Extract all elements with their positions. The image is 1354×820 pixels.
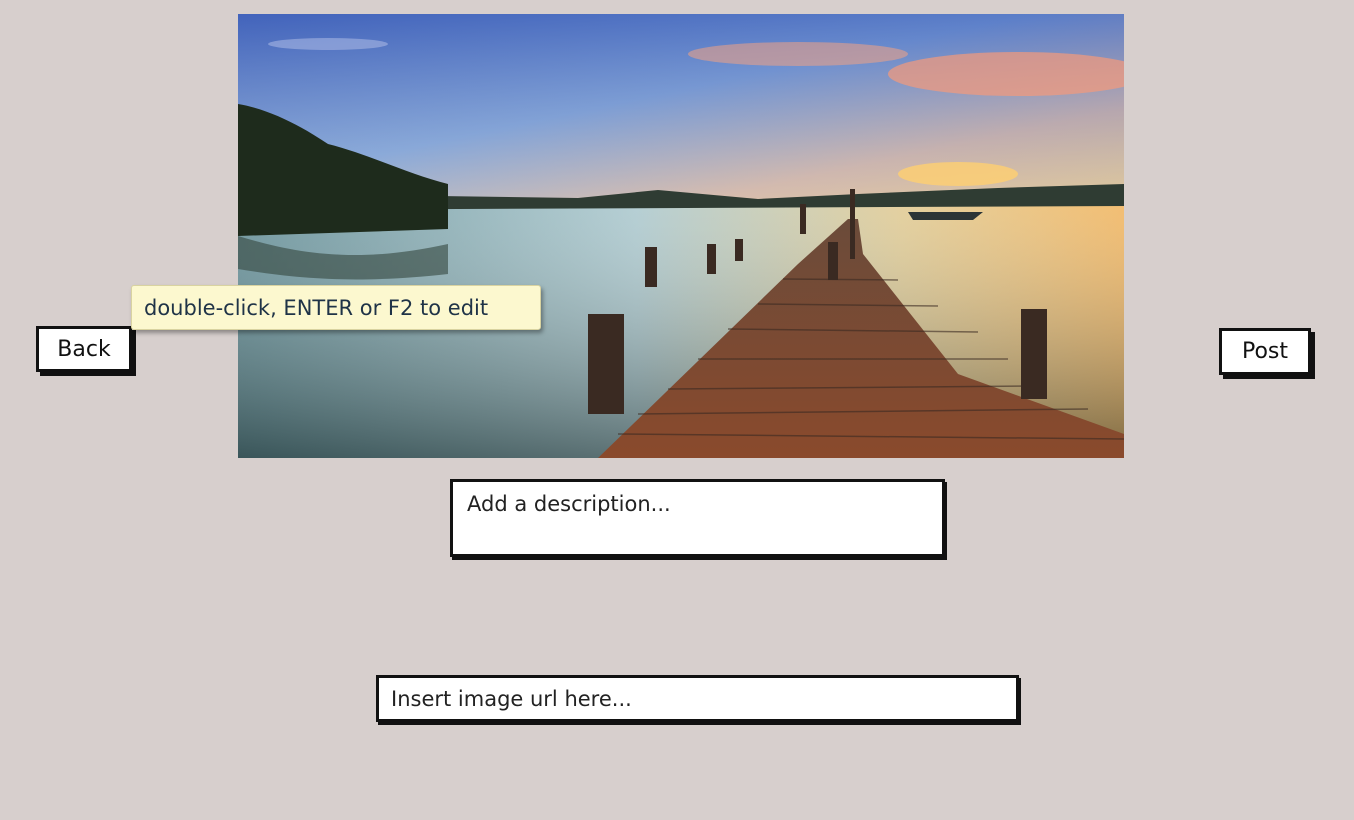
tooltip-text: double-click, ENTER or F2 to edit — [144, 295, 489, 320]
back-button[interactable]: Back — [36, 326, 132, 372]
post-button[interactable]: Post — [1219, 328, 1311, 375]
image-url-field[interactable]: Insert image url here... — [376, 675, 1019, 722]
description-field[interactable]: Add a description... — [450, 479, 945, 557]
image-url-placeholder: Insert image url here... — [391, 686, 632, 711]
back-button-label: Back — [57, 336, 111, 362]
edit-hint-tooltip: double-click, ENTER or F2 to edit — [131, 285, 541, 330]
post-image — [238, 14, 1124, 458]
post-button-label: Post — [1241, 339, 1289, 364]
description-placeholder: Add a description... — [467, 492, 671, 516]
app-canvas: Back Post double-click, ENTER or F2 to e… — [0, 0, 1354, 820]
